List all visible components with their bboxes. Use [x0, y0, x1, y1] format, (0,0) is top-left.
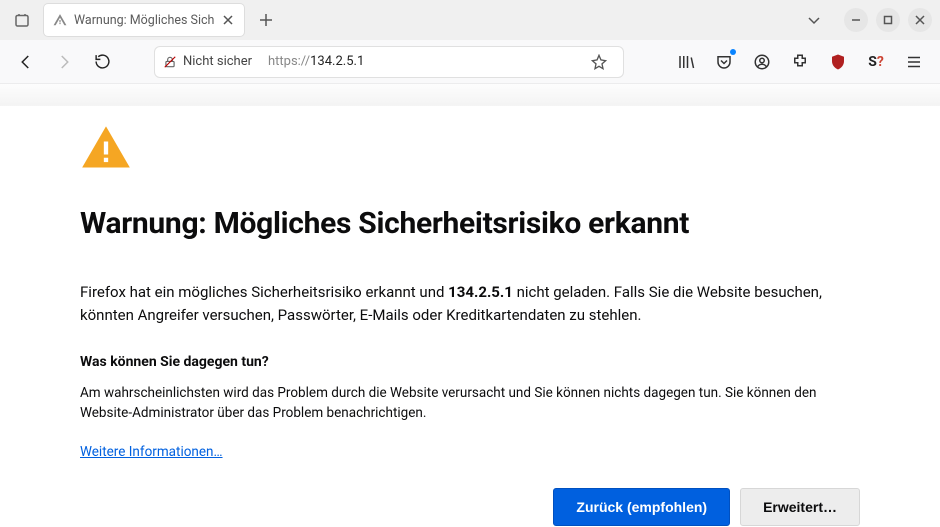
bookmark-star-icon[interactable] [583, 46, 615, 78]
nav-toolbar: Nicht sicher https://134.2.5.1 S? [0, 40, 940, 84]
insecure-lock-icon [163, 55, 177, 69]
url-host: 134.2.5.1 [310, 54, 364, 69]
address-bar[interactable]: Nicht sicher https://134.2.5.1 [154, 46, 624, 78]
account-icon[interactable] [746, 46, 778, 78]
back-button[interactable] [10, 46, 42, 78]
bookmarks-bar [0, 84, 940, 106]
titlebar: Warnung: Mögliches Sich [0, 0, 940, 40]
url-display: https://134.2.5.1 [268, 54, 364, 69]
maximize-button[interactable] [876, 8, 900, 32]
lead-pre: Firefox hat ein mögliches Sicherheitsris… [80, 283, 448, 301]
more-info-link[interactable]: Weitere Informationen… [80, 444, 223, 460]
error-page-content: Warnung: Mögliches Sicherheitsrisiko erk… [0, 106, 940, 526]
new-tab-button[interactable] [252, 6, 280, 34]
pocket-icon[interactable] [708, 46, 740, 78]
reload-button[interactable] [86, 46, 118, 78]
workspaces-icon[interactable] [8, 6, 36, 34]
window-controls [844, 8, 932, 32]
separator [258, 52, 262, 71]
url-scheme: https:// [268, 54, 310, 69]
go-back-button[interactable]: Zurück (empfohlen) [553, 488, 730, 526]
forward-button[interactable] [48, 46, 80, 78]
ublock-icon[interactable] [822, 46, 854, 78]
extensions-icon[interactable] [784, 46, 816, 78]
app-menu-icon[interactable] [898, 46, 930, 78]
what-to-do-body: Am wahrscheinlichsten wird das Problem d… [80, 384, 860, 423]
advanced-button[interactable]: Erweitert… [740, 488, 860, 526]
notification-dot [730, 49, 736, 55]
close-window-button[interactable] [908, 8, 932, 32]
list-tabs-icon[interactable] [804, 10, 824, 30]
extension-s-icon[interactable]: S? [860, 46, 892, 78]
warning-triangle-icon [80, 122, 132, 174]
minimize-button[interactable] [844, 8, 868, 32]
library-icon[interactable] [670, 46, 702, 78]
what-to-do-heading: Was können Sie dagegen tun? [80, 354, 860, 370]
action-buttons: Zurück (empfohlen) Erweitert… [80, 488, 860, 526]
toolbar-extension-icons: S? [670, 46, 930, 78]
security-label: Nicht sicher [183, 54, 252, 69]
tab-title: Warnung: Mögliches Sich [74, 13, 214, 28]
browser-tab[interactable]: Warnung: Mögliches Sich [44, 4, 244, 36]
close-tab-icon[interactable] [220, 12, 236, 28]
lead-host: 134.2.5.1 [448, 283, 513, 301]
warning-icon [52, 12, 68, 28]
lead-paragraph: Firefox hat ein mögliches Sicherheitsris… [80, 281, 860, 326]
page-heading: Warnung: Mögliches Sicherheitsrisiko erk… [80, 206, 860, 241]
